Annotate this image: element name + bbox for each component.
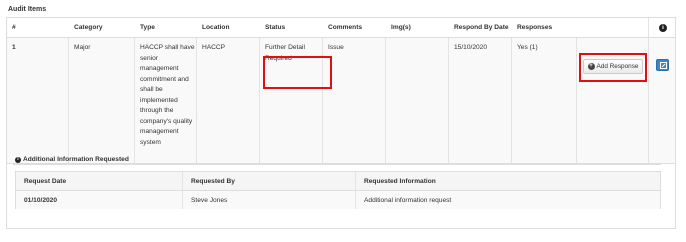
col-header-category: Category	[74, 24, 103, 31]
edit-icon	[660, 62, 667, 69]
column-divider	[576, 38, 577, 163]
column-divider	[385, 38, 386, 163]
row-comments: Issue	[328, 44, 344, 51]
row-category: Major	[74, 44, 91, 51]
additional-info-title-text: Additional Information Requested	[23, 156, 129, 163]
row-responses: Yes (1)	[517, 44, 538, 51]
column-divider	[355, 172, 356, 190]
type-line: management	[140, 65, 179, 72]
status-highlight-box	[263, 56, 332, 89]
additional-info-header: Request Date Requested By Requested Info…	[16, 172, 660, 191]
column-divider	[448, 38, 449, 163]
col-header-location: Location	[202, 24, 230, 31]
col-header-number: #	[12, 24, 16, 31]
column-divider	[182, 172, 183, 190]
additional-info-title: i Additional Information Requested	[15, 156, 129, 163]
column-divider	[511, 38, 512, 163]
type-line: shall be	[140, 86, 163, 93]
additional-info-table: Request Date Requested By Requested Info…	[15, 171, 661, 209]
section-title: Audit Items	[8, 6, 47, 13]
type-line: HACCP shall have	[140, 44, 195, 51]
type-line: system	[140, 138, 161, 146]
table-row: 1 Major HACCP shall have senior manageme…	[7, 38, 675, 164]
row-location: HACCP	[202, 44, 226, 51]
table-header: # Category Type Location Status Comments…	[7, 18, 675, 38]
column-divider	[355, 191, 356, 209]
row-type: HACCP shall have senior management commi…	[135, 38, 195, 148]
column-divider	[648, 18, 649, 37]
type-line: through the	[140, 107, 174, 114]
requested-by: Steve Jones	[191, 197, 228, 204]
column-divider	[182, 191, 183, 209]
info-circle-icon: i	[15, 156, 21, 163]
request-date: 01/10/2020	[24, 197, 58, 204]
type-line: implemented	[140, 96, 178, 104]
row-number: 1	[12, 44, 16, 51]
row-images	[386, 38, 448, 43]
col-header-request-date: Request Date	[24, 178, 67, 185]
audit-items-table: # Category Type Location Status Comments…	[6, 17, 676, 229]
edit-button[interactable]	[656, 59, 669, 71]
table-row: 01/10/2020 Steve Jones Additional inform…	[16, 191, 660, 209]
row-respond-by-date: 15/10/2020	[454, 44, 488, 51]
col-header-respond-by-date: Respond By Date	[454, 24, 509, 31]
info-circle-icon[interactable]: i	[659, 24, 667, 32]
type-line: senior	[140, 54, 158, 62]
col-header-requested-information: Requested Information	[364, 178, 436, 185]
col-header-requested-by: Requested By	[191, 178, 235, 185]
col-header-comments: Comments	[328, 24, 363, 31]
column-divider	[648, 38, 649, 163]
col-header-type: Type	[140, 24, 155, 31]
col-header-responses: Responses	[517, 24, 553, 31]
type-line: commitment and	[140, 75, 189, 83]
column-divider	[196, 38, 197, 163]
type-line: management	[140, 128, 179, 135]
requested-information: Additional information request	[364, 197, 452, 204]
col-header-status: Status	[265, 24, 286, 31]
col-header-images: Img(s)	[391, 24, 411, 31]
add-response-highlight-box	[579, 53, 647, 82]
status-line: Further Detail	[265, 44, 305, 51]
divider	[13, 164, 661, 165]
column-divider	[68, 38, 69, 163]
type-line: company's quality	[140, 117, 193, 125]
